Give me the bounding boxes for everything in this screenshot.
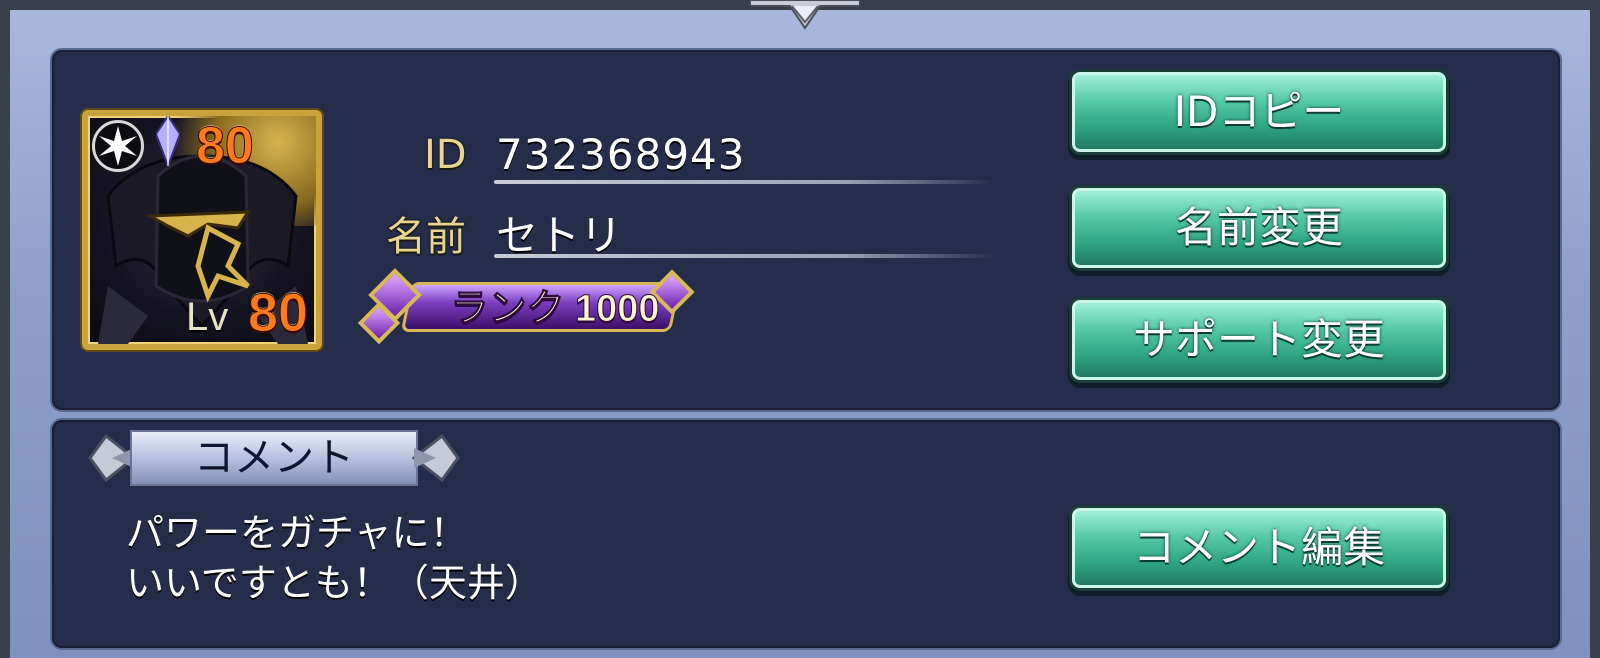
rarity-number: 80 bbox=[196, 117, 255, 176]
comment-line-2: いいですとも！（天井） bbox=[126, 561, 543, 605]
comment-line-1: パワーをガチャに！ bbox=[126, 511, 468, 555]
frame-ornament-icon bbox=[750, 0, 860, 30]
level-number: 80 bbox=[247, 283, 309, 344]
arrow-right-ornament-icon bbox=[412, 433, 460, 483]
rank-badge: ランク 1000 bbox=[357, 262, 702, 352]
rarity-star-icon bbox=[92, 120, 144, 172]
comment-edit-button[interactable]: コメント編集 bbox=[1072, 508, 1446, 588]
crystal-icon bbox=[156, 116, 180, 166]
id-label: ID bbox=[424, 132, 467, 178]
name-underline bbox=[494, 254, 994, 258]
comment-text: パワーをガチャに！ いいですとも！（天井） bbox=[126, 508, 543, 608]
id-underline bbox=[494, 180, 994, 184]
id-value: 732368943 bbox=[496, 130, 746, 179]
comment-header-label: コメント bbox=[130, 430, 418, 486]
name-change-button[interactable]: 名前変更 bbox=[1072, 188, 1446, 268]
rank-text: ランク 1000 bbox=[450, 288, 660, 331]
comment-header: コメント bbox=[86, 426, 462, 490]
level-label: Lv bbox=[186, 295, 229, 339]
id-copy-button[interactable]: IDコピー bbox=[1072, 72, 1446, 152]
name-label: 名前 bbox=[386, 214, 466, 260]
support-change-button[interactable]: サポート変更 bbox=[1072, 300, 1446, 380]
character-avatar[interactable]: 80 Lv 80 bbox=[82, 110, 322, 350]
arrow-left-ornament-icon bbox=[88, 433, 136, 483]
